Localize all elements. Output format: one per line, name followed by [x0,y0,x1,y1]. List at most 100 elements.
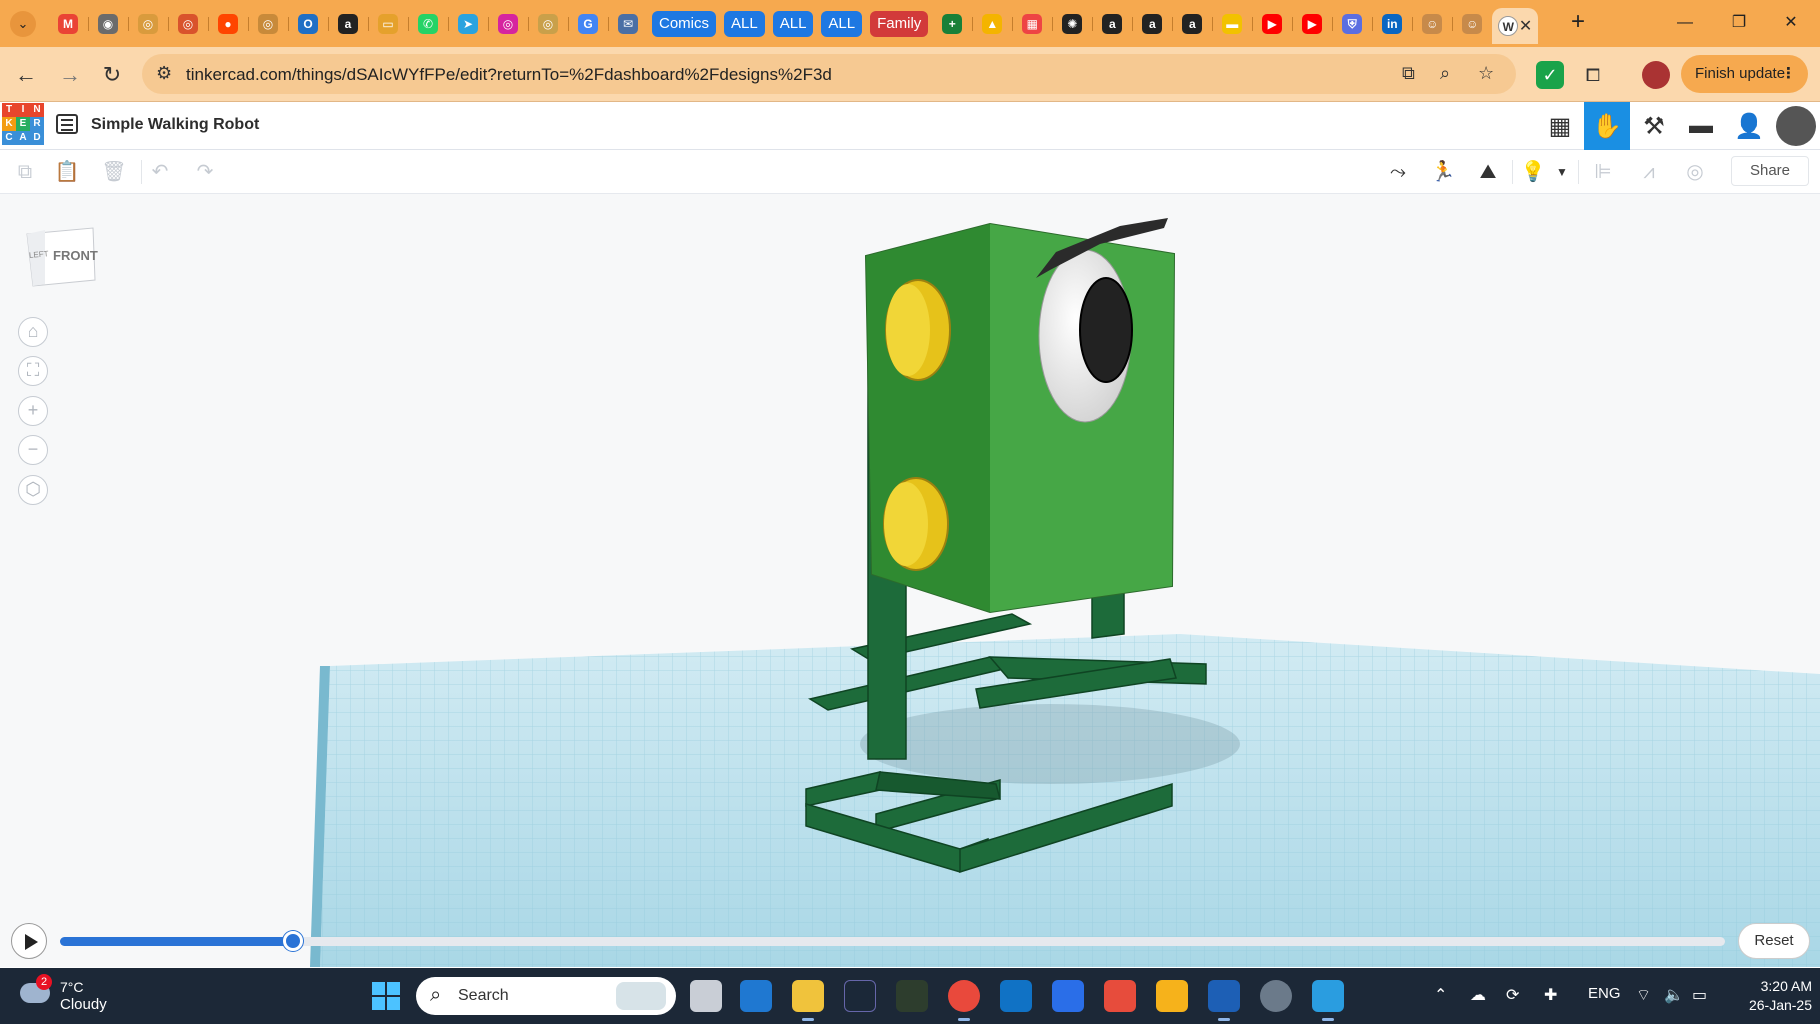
browser-tab[interactable]: ✆ [408,8,448,40]
bookmark-star-icon[interactable]: ☆ [1478,63,1494,84]
share-button[interactable]: Share [1731,156,1809,186]
browser-tab[interactable]: ☺ [1412,8,1452,40]
tab-all[interactable]: ALL [821,11,863,37]
tinkercad-app-icon[interactable] [1104,980,1136,1012]
copy-icon[interactable]: ⧉ [10,158,40,186]
lightning-icon[interactable] [1156,980,1188,1012]
active-browser-tab[interactable]: W ✕ [1492,8,1539,44]
game-icon[interactable] [896,980,928,1012]
yellow-button-top[interactable] [885,279,951,381]
tray-app-icon[interactable]: ✚ [1544,985,1557,1005]
yellow-button-bottom[interactable] [883,477,949,571]
blocks-pickaxe-icon[interactable]: ⚒ [1631,102,1677,150]
paste-icon[interactable]: 📋 [52,158,82,186]
lightbulb-icon[interactable]: 💡 [1518,158,1548,186]
store-icon[interactable] [740,980,772,1012]
open-in-app-icon[interactable]: ⧉ [1402,63,1415,84]
wifi-icon[interactable]: ⌔ [1636,985,1651,1005]
timeline-track[interactable] [60,937,1725,946]
tab-family[interactable]: Family [870,11,929,37]
timeline-scrubber[interactable] [283,931,303,951]
forward-arrow-icon[interactable]: → [56,61,84,89]
user-avatar[interactable] [1776,106,1816,146]
weather-widget[interactable]: 2 7°C Cloudy [20,974,130,1017]
tab-search-chevron-icon[interactable]: ⌄ [10,11,36,37]
tinkercad-logo[interactable]: TINKERCAD [2,103,44,147]
c-app-icon[interactable] [1052,980,1084,1012]
terrain-icon[interactable]: ⛰ [1473,158,1503,186]
volume-icon[interactable]: 🔈 [1664,985,1684,1005]
browser-tab[interactable]: ◎ [248,8,288,40]
more-vertical-icon[interactable]: ⋮ [1781,55,1796,93]
photos-icon[interactable] [1312,980,1344,1021]
tab-comics[interactable]: Comics [652,11,717,37]
browser-tab[interactable]: + [932,8,972,40]
close-tab-icon[interactable]: ✕ [1519,16,1532,36]
tab-all[interactable]: ALL [724,11,765,37]
design-list-icon[interactable] [56,114,78,134]
settings-gear-icon[interactable] [1260,980,1292,1012]
browser-tab[interactable]: a [1092,8,1132,40]
tab-all[interactable]: ALL [772,11,814,37]
sync-icon[interactable]: ⟳ [1506,985,1519,1005]
back-arrow-icon[interactable]: ← [12,61,40,89]
minimize-icon[interactable]: — [1662,8,1708,38]
mirror-icon[interactable]: ⩘ [1634,158,1664,186]
browser-tab[interactable]: ◎ [168,8,208,40]
path-tool-icon[interactable]: ⤳ [1383,158,1413,186]
outlook-icon[interactable] [1000,980,1032,1012]
address-bar[interactable]: ⚙ tinkercad.com/things/dSAIcWYfFPe/edit?… [142,54,1516,94]
reload-icon[interactable]: ↻ [98,61,126,89]
zoom-in-icon[interactable]: + [18,396,48,426]
finish-update-button[interactable]: Finish update ⋮ [1681,55,1808,93]
delete-trash-icon[interactable]: 🗑 [99,158,129,186]
browser-tab[interactable]: ⛨ [1332,8,1372,40]
invite-user-icon[interactable]: 👤 [1726,102,1772,150]
browser-tab[interactable]: ➤ [448,8,488,40]
browser-tab[interactable]: ▶ [1252,8,1292,40]
restore-icon[interactable]: ❐ [1716,8,1762,38]
browser-tab[interactable]: ▲ [972,8,1012,40]
browser-tab[interactable]: ▦ [1012,8,1052,40]
browser-tab[interactable]: ▶ [1292,8,1332,40]
onedrive-icon[interactable]: ☁ [1470,985,1486,1005]
align-icon[interactable]: ⊫ [1588,158,1618,186]
browser-tab[interactable]: ✺ [1052,8,1092,40]
browser-tab[interactable]: ✉ [608,8,648,40]
taskbar-search[interactable]: ⌕ Search [416,977,676,1015]
play-icon[interactable] [11,923,47,959]
battery-icon[interactable]: ▭ [1692,985,1707,1005]
profile-avatar[interactable] [1642,61,1670,89]
windows-start-icon[interactable] [372,982,400,1010]
browser-tab[interactable]: ◎ [488,8,528,40]
view-cube[interactable]: LEFT FRONT [25,226,98,288]
sim-lab-icon[interactable]: ✋ [1584,102,1630,150]
robot-eye[interactable] [1038,249,1133,423]
undo-icon[interactable]: ↶ [145,158,175,186]
new-tab-plus-icon[interactable]: + [1565,10,1591,36]
file-explorer-icon[interactable] [792,980,824,1021]
language-indicator[interactable]: ENG [1588,985,1621,1002]
task-view-icon[interactable] [690,980,722,1012]
perspective-icon[interactable]: ⬡ [18,475,48,505]
grid-apps-icon[interactable]: ▦ [1537,102,1583,150]
steam-icon[interactable] [844,980,876,1012]
reset-button[interactable]: Reset [1738,923,1810,959]
word-icon[interactable] [1208,980,1240,1021]
browser-tab[interactable]: in [1372,8,1412,40]
browser-tab[interactable]: ◎ [128,8,168,40]
browser-tab[interactable]: G [568,8,608,40]
fit-view-icon[interactable]: ⛶ [18,356,48,386]
home-view-icon[interactable]: ⌂ [18,317,48,347]
browser-tab[interactable]: O [288,8,328,40]
close-window-icon[interactable]: ✕ [1768,8,1814,38]
group-icon[interactable]: ◎ [1680,158,1710,186]
browser-tab[interactable]: ● [208,8,248,40]
chevron-up-icon[interactable]: ⌃ [1434,985,1447,1005]
bricks-icon[interactable]: ▬ [1678,102,1724,150]
browser-tab[interactable]: ▬ [1212,8,1252,40]
site-info-icon[interactable]: ⚙ [156,63,172,84]
browser-tab[interactable]: a [328,8,368,40]
walk-motion-icon[interactable]: 🏃 [1428,158,1458,186]
redo-icon[interactable]: ↷ [190,158,220,186]
